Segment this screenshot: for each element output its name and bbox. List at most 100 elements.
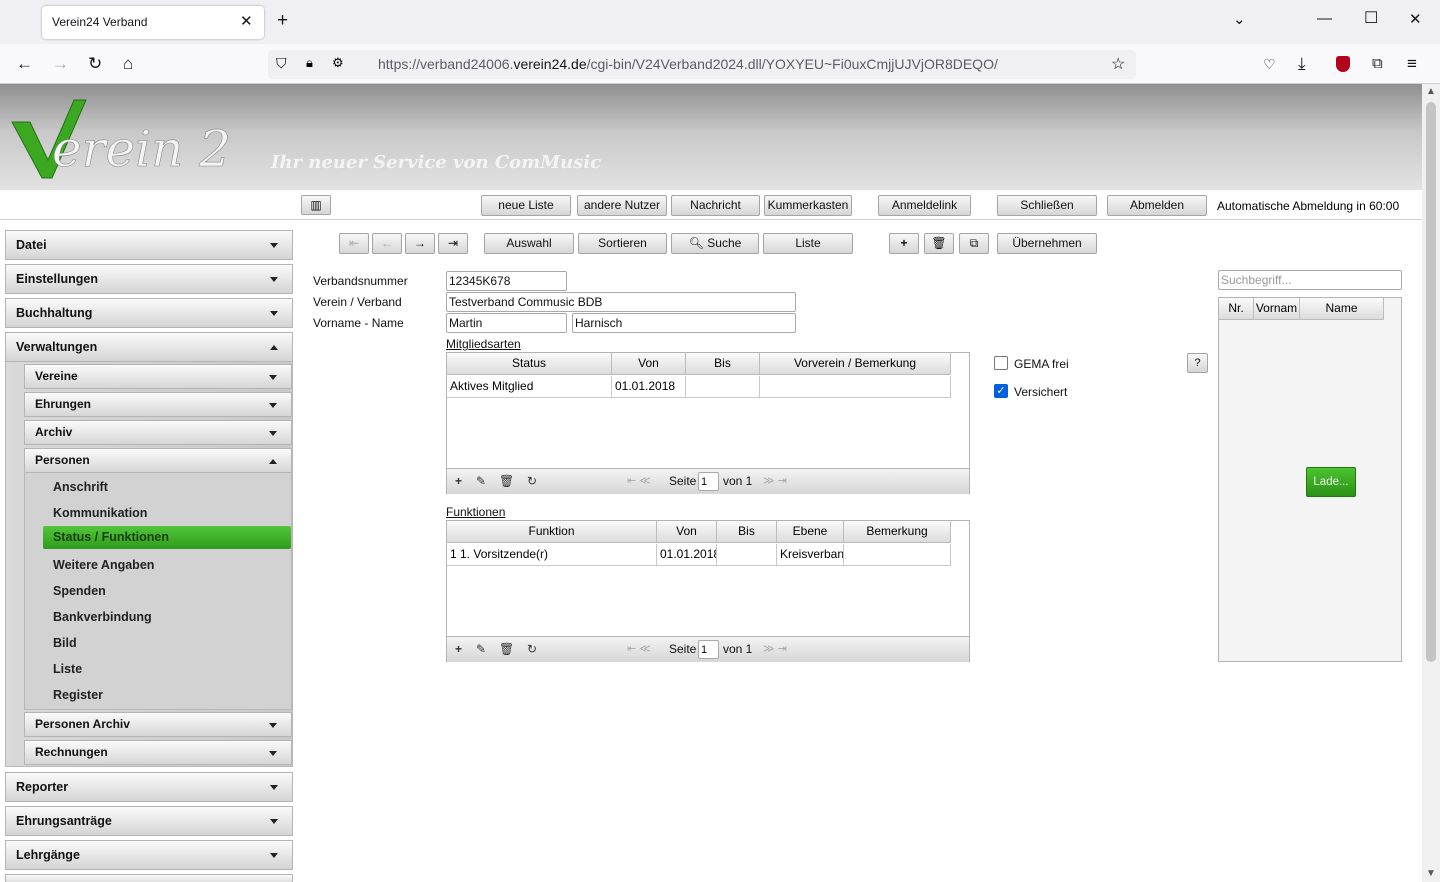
anmeldelink-button[interactable]: Anmeldelink <box>878 195 971 216</box>
minimize-icon[interactable]: — <box>1317 10 1332 27</box>
refresh-icon[interactable]: ↻ <box>527 474 537 488</box>
versichert-checkbox[interactable]: ✓ <box>994 384 1008 398</box>
leaf-kommunikation[interactable]: Kommunikation <box>53 506 147 520</box>
nachname-field[interactable]: Harnisch <box>572 313 796 333</box>
last-page-icon[interactable]: ≫ ⇥ <box>763 474 787 487</box>
search-input[interactable]: Suchbegriff... <box>1218 270 1402 290</box>
column-header[interactable]: Name <box>1300 298 1384 320</box>
column-header[interactable]: Bemerkung <box>844 521 951 543</box>
first-page-icon[interactable]: ⇤ ≪ <box>627 474 651 487</box>
leaf-weitere-angaben[interactable]: Weitere Angaben <box>53 558 154 572</box>
add-icon[interactable]: + <box>455 642 462 656</box>
sub-ehrungen[interactable]: Ehrungen <box>24 392 292 417</box>
column-header[interactable]: Vornam <box>1254 298 1300 320</box>
schliessen-button[interactable]: Schließen <box>997 195 1097 216</box>
menu-reporter[interactable]: Reporter <box>5 772 293 802</box>
edit-icon[interactable]: ✎ <box>476 474 486 488</box>
suche-button[interactable]: 🔍︎ Suche <box>671 233 759 254</box>
reload-icon[interactable]: ↻ <box>88 54 102 74</box>
next-record-icon[interactable]: → <box>405 233 435 254</box>
sortieren-button[interactable]: Sortieren <box>578 233 667 254</box>
table-cell[interactable]: 01.01.2018 <box>612 376 686 398</box>
leaf-bild[interactable]: Bild <box>53 636 77 650</box>
menu-einstellungen[interactable]: Einstellungen <box>5 264 293 294</box>
scroll-thumb[interactable] <box>1426 102 1436 662</box>
last-page-icon[interactable]: ≫ ⇥ <box>763 642 787 655</box>
copy-icon[interactable]: ⧉ <box>959 233 989 254</box>
menu-datei[interactable]: Datei <box>5 230 293 260</box>
column-header[interactable]: Status <box>447 353 612 375</box>
refresh-icon[interactable]: ↻ <box>527 642 537 656</box>
leaf-liste[interactable]: Liste <box>53 662 82 676</box>
table-cell[interactable]: Aktives Mitglied <box>447 376 612 398</box>
first-record-icon[interactable]: ⇤ <box>339 233 369 254</box>
sub-vereine[interactable]: Vereine <box>24 364 292 389</box>
back-icon[interactable]: ← <box>16 54 33 74</box>
leaf-anschrift[interactable]: Anschrift <box>53 480 108 494</box>
auswahl-button[interactable]: Auswahl <box>484 233 574 254</box>
menu-lehrgaenge[interactable]: Lehrgänge <box>5 840 293 870</box>
lock-icon[interactable]: 🔒︎ <box>306 55 313 71</box>
column-header[interactable]: Von <box>657 521 717 543</box>
menu-buchhaltung[interactable]: Buchhaltung <box>5 298 293 328</box>
url-text[interactable]: https://verband24006.verein24.de/cgi-bin… <box>378 56 998 72</box>
add-icon[interactable]: + <box>455 474 462 488</box>
menu-ehrungsantraege[interactable]: Ehrungsanträge <box>5 806 293 836</box>
browser-tab[interactable]: Verein24 Verband ✕ <box>42 6 264 39</box>
help-button[interactable]: ? <box>1187 353 1208 373</box>
permissions-icon[interactable]: ⚙ <box>332 55 344 71</box>
page-scrollbar[interactable]: ▲ ▼ <box>1422 84 1440 882</box>
trash-icon[interactable]: 🗑︎ <box>499 642 514 656</box>
download-icon[interactable]: ⤓ <box>1298 54 1306 74</box>
table-cell[interactable] <box>760 376 951 398</box>
column-header[interactable]: Nr. <box>1219 298 1254 320</box>
column-header[interactable]: Vorverein / Bemerkung <box>760 353 951 375</box>
neue-liste-button[interactable]: neue Liste <box>481 195 571 216</box>
extensions-icon[interactable]: ⧉ <box>1372 54 1383 74</box>
prev-record-icon[interactable]: ← <box>372 233 402 254</box>
column-header[interactable]: Bis <box>717 521 777 543</box>
bookmark-star-icon[interactable]: ☆ <box>1111 54 1125 74</box>
page-input[interactable]: 1 <box>698 640 719 659</box>
menu-more[interactable] <box>5 874 293 882</box>
uebernehmen-button[interactable]: Übernehmen <box>997 233 1097 254</box>
trash-icon[interactable]: 🗑︎ <box>499 474 514 488</box>
vorname-field[interactable]: Martin <box>446 313 567 333</box>
funktionen-title[interactable]: Funktionen <box>446 505 505 519</box>
table-cell[interactable]: Kreisverband <box>777 544 844 566</box>
gema-frei-checkbox[interactable] <box>994 356 1008 370</box>
leaf-status-funktionen[interactable]: Status / Funktionen <box>43 526 291 549</box>
menu-icon[interactable]: ≡ <box>1407 54 1417 74</box>
table-cell[interactable]: 1 1. Vorsitzende(r) <box>447 544 657 566</box>
pocket-icon[interactable]: ♡ <box>1263 54 1276 74</box>
column-header[interactable]: Von <box>612 353 686 375</box>
mitgliedsarten-title[interactable]: Mitgliedsarten <box>446 337 521 351</box>
add-icon[interactable]: + <box>889 233 919 254</box>
sub-archiv[interactable]: Archiv <box>24 420 292 445</box>
verbandsnummer-field[interactable]: 12345K678 <box>446 271 567 291</box>
trash-icon[interactable]: 🗑︎ <box>924 233 954 254</box>
column-header[interactable]: Funktion <box>447 521 657 543</box>
table-cell[interactable] <box>717 544 777 566</box>
table-cell[interactable] <box>844 544 951 566</box>
new-tab-icon[interactable]: + <box>277 10 288 32</box>
verein-field[interactable]: Testverband Commusic BDB <box>446 292 796 312</box>
abmelden-button[interactable]: Abmelden <box>1107 195 1207 216</box>
kummerkasten-button[interactable]: Kummerkasten <box>764 195 852 216</box>
maximize-icon[interactable]: ☐ <box>1364 8 1378 28</box>
sub-rechnungen[interactable]: Rechnungen <box>24 740 292 765</box>
ublock-icon[interactable] <box>1336 56 1350 72</box>
scroll-up-icon[interactable]: ▲ <box>1426 86 1436 97</box>
sub-personen[interactable]: Personen <box>24 448 292 473</box>
close-tab-icon[interactable]: ✕ <box>240 12 253 30</box>
menu-verwaltungen[interactable]: Verwaltungen <box>5 332 293 362</box>
last-record-icon[interactable]: ⇥ <box>438 233 468 254</box>
first-page-icon[interactable]: ⇤ ≪ <box>627 642 651 655</box>
page-input[interactable]: 1 <box>698 472 719 491</box>
home-icon[interactable]: ⌂ <box>123 54 133 74</box>
liste-button[interactable]: Liste <box>763 233 853 254</box>
forward-icon[interactable]: → <box>52 54 69 74</box>
shield-icon[interactable]: ⛉ <box>276 55 287 72</box>
table-cell[interactable] <box>686 376 760 398</box>
leaf-spenden[interactable]: Spenden <box>53 584 106 598</box>
